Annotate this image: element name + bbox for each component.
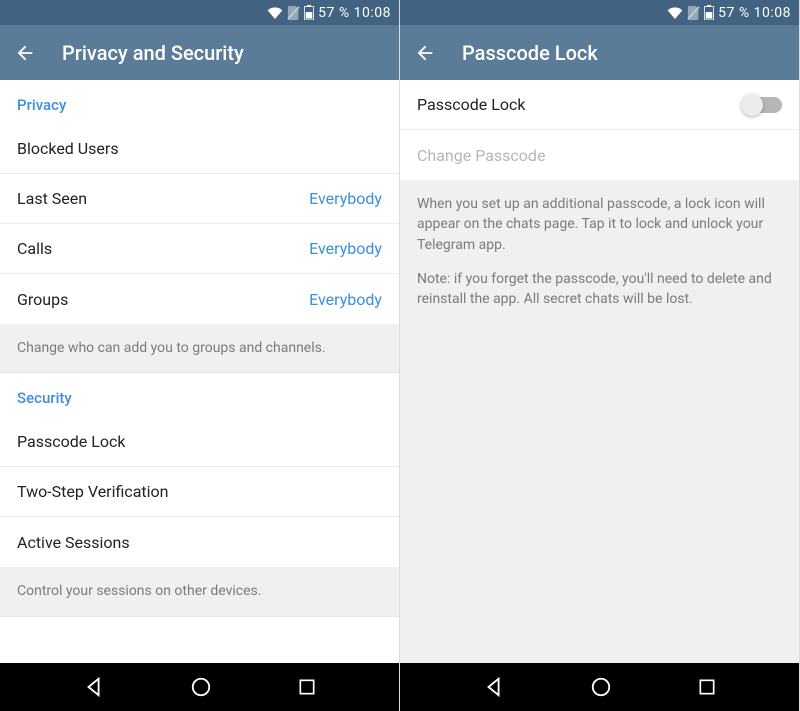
nav-back-icon[interactable] xyxy=(83,676,105,698)
battery-percent: 57 % xyxy=(718,5,749,21)
nav-recent-icon[interactable] xyxy=(697,677,717,697)
content-scroll: Passcode Lock Change Passcode When you s… xyxy=(400,80,799,663)
row-value: Everybody xyxy=(309,239,382,258)
battery-percent: 57 % xyxy=(318,5,349,21)
status-bar: 57 % 10:08 xyxy=(400,0,799,25)
content-scroll: Privacy Blocked Users Last Seen Everybod… xyxy=(0,80,399,663)
row-label: Passcode Lock xyxy=(17,432,125,451)
nav-bar xyxy=(0,663,399,711)
row-label: Change Passcode xyxy=(417,146,545,165)
page-title: Privacy and Security xyxy=(62,41,244,65)
nav-back-icon[interactable] xyxy=(483,676,505,698)
nav-home-icon[interactable] xyxy=(190,676,212,698)
clock: 10:08 xyxy=(354,5,391,21)
nav-bar xyxy=(400,663,799,711)
row-label: Calls xyxy=(17,239,52,258)
toggle-switch[interactable] xyxy=(744,97,782,113)
info-paragraph-2: Note: if you forget the passcode, you'll… xyxy=(417,269,782,310)
back-arrow-icon[interactable] xyxy=(414,42,436,64)
row-passcode-toggle[interactable]: Passcode Lock xyxy=(400,80,799,130)
passcode-info-text: When you set up an additional passcode, … xyxy=(400,180,799,323)
no-sim-icon xyxy=(687,6,700,20)
row-label: Blocked Users xyxy=(17,139,119,158)
section-header-security: Security xyxy=(0,373,399,417)
row-label: Active Sessions xyxy=(17,533,130,552)
row-value: Everybody xyxy=(309,290,382,309)
row-label: Last Seen xyxy=(17,189,87,208)
phone-right: 57 % 10:08 Passcode Lock Passcode Lock C… xyxy=(400,0,800,711)
phone-left: 57 % 10:08 Privacy and Security Privacy … xyxy=(0,0,400,711)
row-passcode-lock[interactable]: Passcode Lock xyxy=(0,417,399,467)
app-bar: Passcode Lock xyxy=(400,25,799,80)
page-title: Passcode Lock xyxy=(462,41,598,65)
sessions-footer-note: Control your sessions on other devices. xyxy=(0,567,399,616)
row-label: Two-Step Verification xyxy=(17,482,169,501)
row-value: Everybody xyxy=(309,189,382,208)
app-bar: Privacy and Security xyxy=(0,25,399,80)
status-bar: 57 % 10:08 xyxy=(0,0,399,25)
battery-icon xyxy=(704,5,714,20)
row-last-seen[interactable]: Last Seen Everybody xyxy=(0,174,399,224)
nav-home-icon[interactable] xyxy=(590,676,612,698)
battery-icon xyxy=(304,5,314,20)
row-two-step-verification[interactable]: Two-Step Verification xyxy=(0,467,399,517)
wifi-icon xyxy=(667,6,683,20)
row-calls[interactable]: Calls Everybody xyxy=(0,224,399,274)
row-label: Passcode Lock xyxy=(417,95,525,114)
row-groups[interactable]: Groups Everybody xyxy=(0,274,399,324)
row-blocked-users[interactable]: Blocked Users xyxy=(0,124,399,174)
nav-recent-icon[interactable] xyxy=(297,677,317,697)
groups-footer-note: Change who can add you to groups and cha… xyxy=(0,324,399,373)
row-active-sessions[interactable]: Active Sessions xyxy=(0,517,399,567)
row-change-passcode: Change Passcode xyxy=(400,130,799,180)
info-paragraph-1: When you set up an additional passcode, … xyxy=(417,194,782,255)
clock: 10:08 xyxy=(754,5,791,21)
passcode-info-block: When you set up an additional passcode, … xyxy=(400,180,799,663)
section-header-privacy: Privacy xyxy=(0,80,399,124)
back-arrow-icon[interactable] xyxy=(14,42,36,64)
row-label: Groups xyxy=(17,290,68,309)
no-sim-icon xyxy=(287,6,300,20)
wifi-icon xyxy=(267,6,283,20)
